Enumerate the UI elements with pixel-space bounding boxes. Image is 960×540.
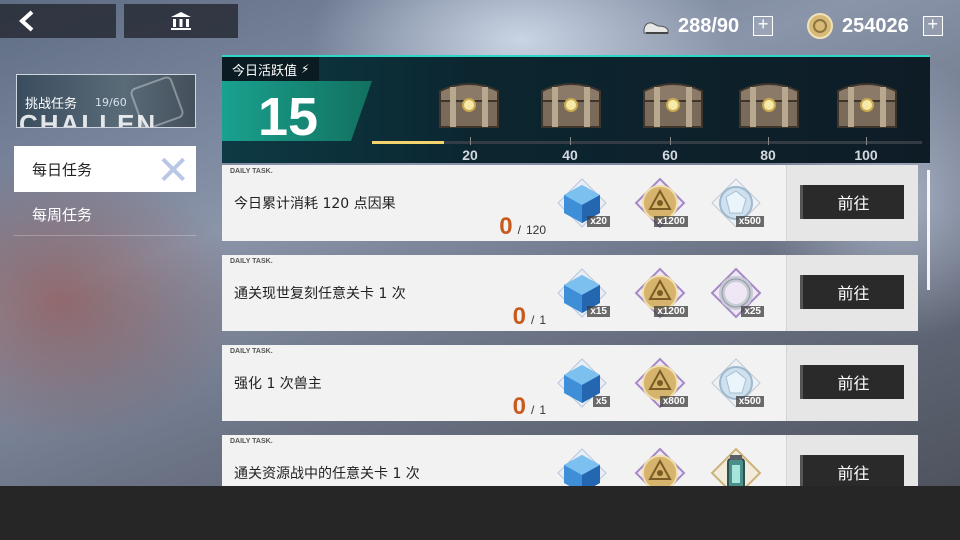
progress-separator: / (517, 223, 521, 237)
milestone-label: 60 (662, 147, 678, 163)
reward-item[interactable]: x20 (554, 175, 610, 231)
reward-quantity: x20 (587, 216, 610, 227)
activity-value: 15 (258, 87, 319, 147)
milestone-tick (470, 137, 471, 145)
add-stamina-button[interactable]: + (753, 15, 774, 36)
back-button[interactable] (0, 4, 116, 38)
reward-quantity: x1200 (654, 306, 688, 317)
progress-total: 1 (539, 403, 546, 417)
home-button[interactable] (124, 4, 238, 38)
lightning-icon: ⚡ (301, 62, 310, 76)
activity-progress-track (372, 141, 922, 144)
reward-item[interactable]: x1200 (632, 175, 688, 231)
task-row: DAILY TASK. 强化 1 次兽主 0 / 1 x5 x800 x500 前往 (222, 345, 918, 421)
challenge-deco-text: CHALLEN (19, 109, 158, 128)
sneaker-icon (643, 22, 669, 34)
sidebar-item-daily-tasks[interactable]: 每日任务 ✕ (14, 146, 196, 192)
back-arrow-icon (19, 10, 34, 32)
stamina-resource: 288/90 + (642, 12, 774, 40)
bottom-bar (0, 486, 960, 540)
sidebar-item-weekly-tasks[interactable]: 每周任务 (14, 194, 196, 236)
progress-current: 0 (512, 303, 526, 330)
add-coins-button[interactable]: + (922, 15, 943, 36)
reward-quantity: x5 (592, 396, 610, 407)
reward-item[interactable]: x800 (632, 355, 688, 411)
reward-quantity: x800 (659, 396, 688, 407)
task-tag: DAILY TASK. (230, 258, 273, 265)
crossed-swords-icon: ✕ (156, 148, 190, 192)
go-button[interactable]: 前往 (800, 365, 904, 399)
go-button[interactable]: 前往 (800, 275, 904, 309)
task-title: 通关现世复刻任意关卡 1 次 (234, 286, 406, 302)
treasure-chest-icon[interactable] (832, 75, 902, 133)
go-button[interactable]: 前往 (800, 455, 904, 489)
progress-separator: / (530, 313, 535, 327)
reward-quantity: x500 (735, 396, 764, 407)
reward-item[interactable]: x500 (708, 175, 764, 231)
activity-label-text: 今日活跃值 (232, 63, 298, 79)
milestone-tick (866, 137, 867, 145)
reward-quantity: x15 (587, 306, 610, 317)
reward-item[interactable]: x5 (554, 355, 610, 411)
progress-separator: / (530, 403, 535, 417)
reward-item[interactable]: x500 (708, 355, 764, 411)
go-button[interactable]: 前往 (800, 185, 904, 219)
treasure-chest-icon[interactable] (434, 75, 504, 133)
task-tag: DAILY TASK. (230, 168, 273, 175)
reward-quantity: x25 (741, 306, 764, 317)
progress-total: 1 (539, 313, 546, 327)
coin-resource: 254026 + (806, 12, 943, 40)
coin-value: 254026 (842, 14, 909, 37)
activity-progress-fill (372, 141, 444, 144)
task-progress: 0 / 120 (499, 213, 546, 241)
museum-icon (171, 12, 191, 30)
activity-panel: 今日活跃值 ⚡ 15 20 40 60 80 100 (222, 55, 930, 163)
milestone-label: 20 (462, 147, 478, 163)
task-tag: DAILY TASK. (230, 438, 273, 445)
reward-item[interactable]: x15 (554, 265, 610, 321)
milestone-label: 40 (562, 147, 578, 163)
task-title: 今日累计消耗 120 点因果 (234, 196, 396, 212)
treasure-chest-icon[interactable] (734, 75, 804, 133)
task-row: DAILY TASK. 今日累计消耗 120 点因果 0 / 120 x20 x1200 x5… (222, 165, 918, 241)
scrollbar-thumb[interactable] (927, 170, 930, 290)
treasure-chest-icon[interactable] (536, 75, 606, 133)
task-title: 通关资源战中的任意关卡 1 次 (234, 466, 420, 482)
sidebar-item-label: 每周任务 (32, 206, 93, 224)
challenge-tasks-card[interactable]: 挑战任务 19/60 CHALLEN (16, 74, 196, 128)
progress-current: 0 (499, 213, 513, 240)
reward-quantity: x1200 (654, 216, 688, 227)
activity-label: 今日活跃值 ⚡ (222, 57, 320, 81)
sidebar-item-label: 每日任务 (32, 160, 93, 179)
challenge-count: 19/60 (95, 96, 127, 109)
task-tag: DAILY TASK. (230, 348, 273, 355)
milestone-label: 80 (760, 147, 776, 163)
reward-quantity: x500 (735, 216, 764, 227)
reward-item[interactable]: x1200 (632, 265, 688, 321)
task-row: DAILY TASK. 通关现世复刻任意关卡 1 次 0 / 1 x15 x1200 x25 前… (222, 255, 918, 331)
milestone-tick (570, 137, 571, 145)
treasure-chest-icon[interactable] (638, 75, 708, 133)
progress-total: 120 (525, 223, 546, 237)
task-progress: 0 / 1 (513, 393, 546, 421)
progress-current: 0 (512, 393, 526, 420)
coin-icon (807, 13, 833, 39)
milestone-label: 100 (854, 147, 878, 163)
stamina-value: 288/90 (678, 14, 740, 37)
milestone-tick (768, 137, 769, 145)
milestone-tick (670, 137, 671, 145)
task-title: 强化 1 次兽主 (234, 376, 322, 392)
reward-item[interactable]: x25 (708, 265, 764, 321)
task-progress: 0 / 1 (513, 303, 546, 331)
